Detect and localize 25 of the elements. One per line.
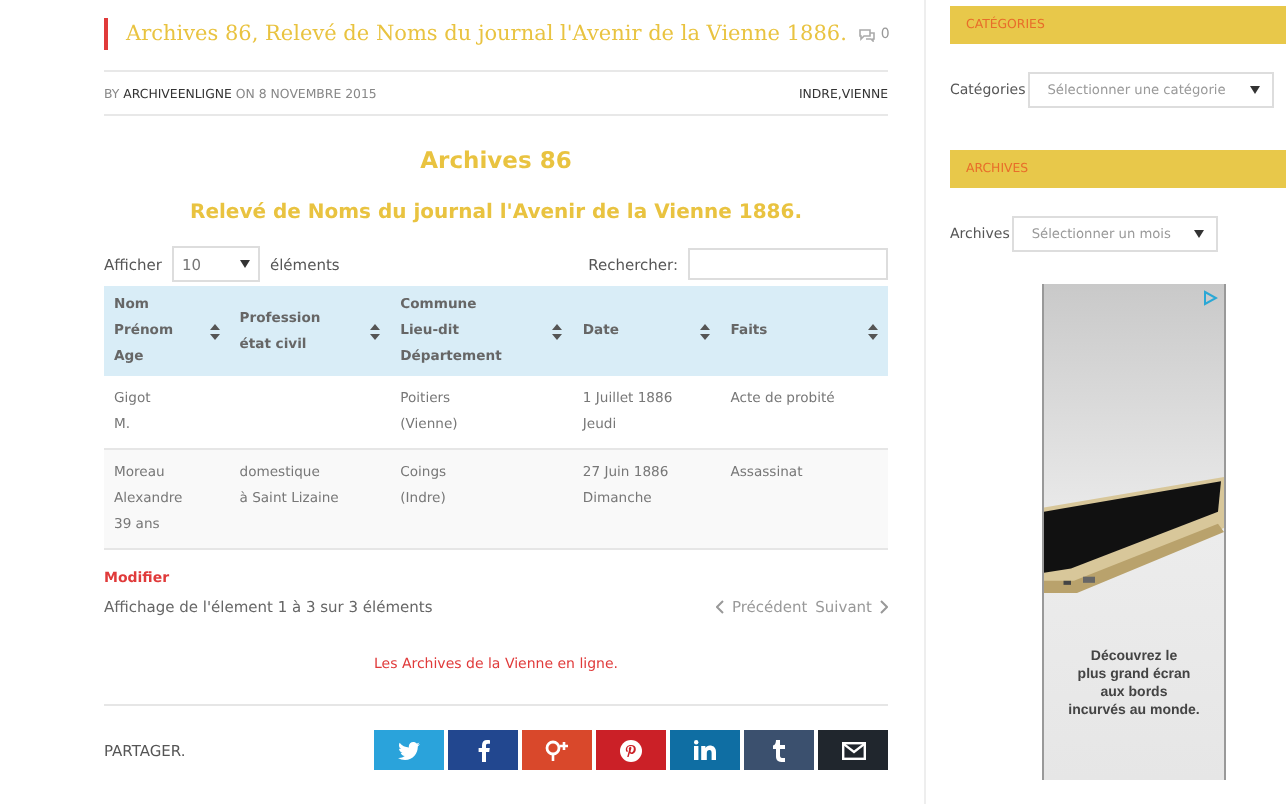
article-heading: Archives 86: [418, 146, 574, 174]
next-icon: [880, 600, 888, 614]
share-button[interactable]: [818, 730, 888, 770]
sort-icon: [868, 323, 878, 339]
sort-icon: [209, 323, 220, 339]
caret-icon: [1194, 230, 1205, 238]
google-plus-icon: [544, 739, 570, 761]
share-button[interactable]: [744, 730, 814, 770]
search-field[interactable]: [688, 248, 888, 280]
article-subheading: Relevé de Noms du journal l'Avenir de la Vienne 1886.: [188, 202, 804, 224]
linkedin-icon: [694, 740, 716, 760]
pinterest-icon: [620, 739, 642, 761]
tumblr-icon: [772, 739, 786, 761]
bird-icon: [398, 741, 420, 759]
sort-icon: [552, 323, 563, 339]
post-title: Archives 86, Relevé de Noms du journal l'Avenir de la Vienne 1886.: [126, 22, 847, 46]
caret-icon: [1249, 86, 1260, 94]
sort-icon: [700, 323, 711, 339]
caret-icon: [239, 260, 250, 268]
facebook-icon: [477, 739, 489, 761]
email-icon: [841, 741, 865, 759]
sort-icon: [370, 323, 381, 339]
comment-icon: [858, 27, 877, 41]
share-button[interactable]: [448, 730, 518, 770]
previous-icon: [715, 600, 724, 614]
